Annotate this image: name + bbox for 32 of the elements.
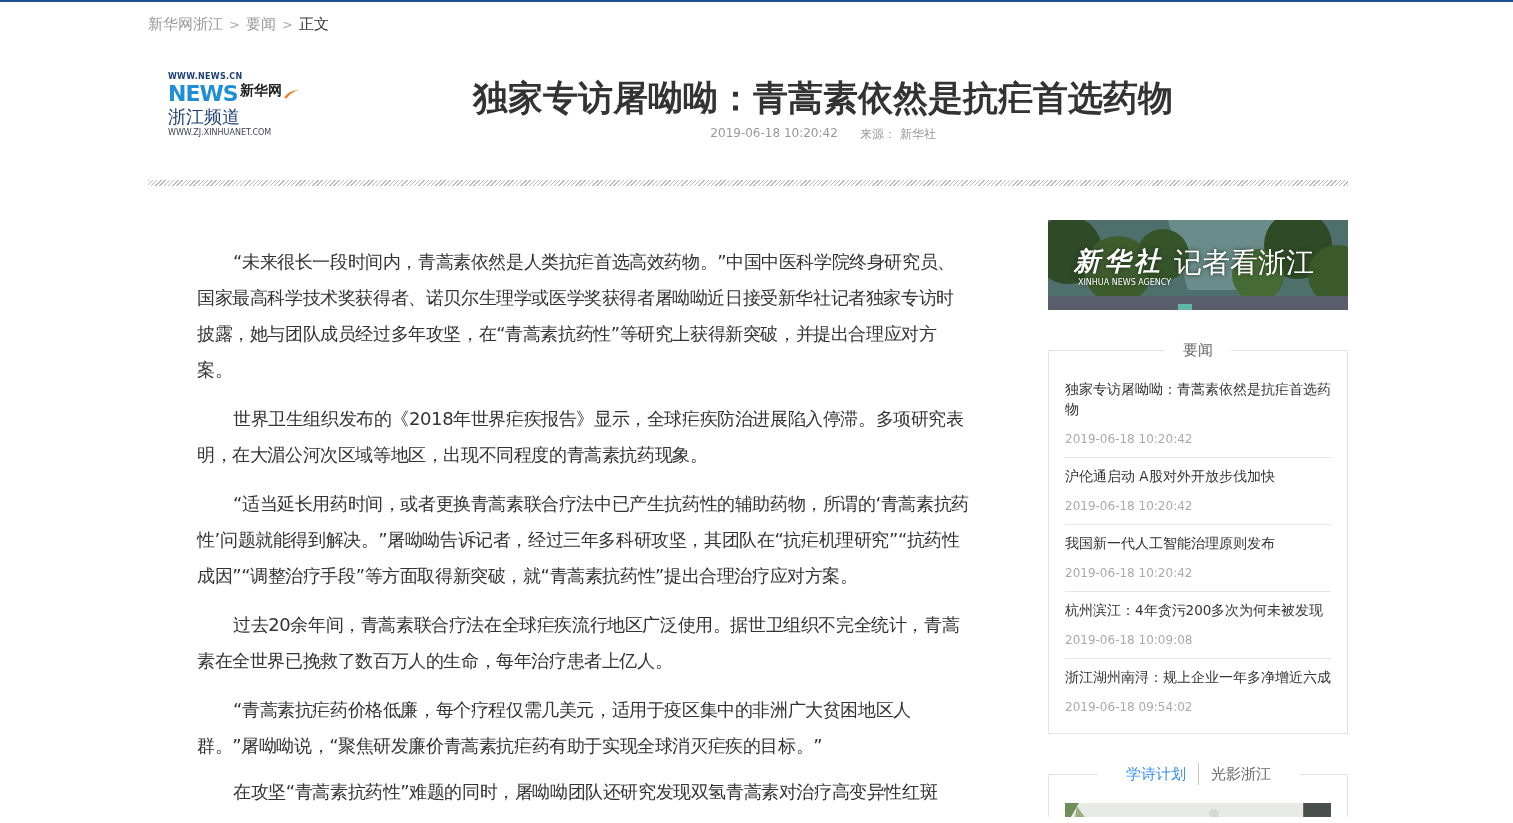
banner-brand: 新华社 <box>1074 246 1164 276</box>
news-link[interactable]: 我国新一代人工智能治理原则发布 <box>1065 533 1331 553</box>
news-link[interactable]: 沪伦通启动 A股对外开放步伐加快 <box>1065 466 1331 486</box>
section-heading: 要闻 <box>1165 340 1231 360</box>
news-date: 2019-06-18 10:20:42 <box>1065 431 1194 447</box>
breadcrumb-link[interactable]: 正文 <box>298 14 329 34</box>
article-paragraph: 世界卫生组织发布的《2018年世界疟疾报告》显示，全球疟疾防治进展陷入停滞。多项研究表明，在大湄公河次区域等地区，出现不同程度的青蒿素抗药现象。 <box>197 407 965 467</box>
article-paragraph: “未来很长一段时间内，青蒿素依然是人类抗疟首选高效药物。”中国中医科学院终身研究员、国家最高科学技术奖获得者、诺贝尔生理学或医学奖获得者屠呦呦近日接受新华社记者独家专访时披露，她与团队成员经过多年攻坚，在“青蒿素抗药性”等研究上获得新突破，并提出合理应对方案。 <box>197 250 956 382</box>
tab[interactable]: 光影浙江 <box>1198 762 1283 786</box>
article-paragraph: “青蒿素抗疟药价格低廉，每个疗程仅需几美元，适用于疫区集中的非洲广大贫困地区人群。”屠呦呦说，“聚焦研发廉价青蒿素抗疟药有助于实现全球消灭疟疾的目标。” <box>197 698 912 758</box>
banner-subtitle: XINHUA NEWS AGENCY <box>1078 278 1172 287</box>
logo-channel: 浙江频道 <box>168 106 241 128</box>
article-paragraph: 过去20余年间，青蒿素联合疗法在全球疟疾流行地区广泛使用。据世卫组织不完全统计，青蒿素在全世界已挽救了数百万人的生命，每年治疗患者上亿人。 <box>197 613 961 673</box>
news-date: 2019-06-18 10:20:42 <box>1065 498 1194 514</box>
news-date: 2019-06-18 09:54:02 <box>1065 699 1194 715</box>
news-link[interactable]: 杭州滨江：4年贪污200多次为何未被发现 <box>1065 600 1331 620</box>
logo-brand: 新华网 <box>239 82 282 98</box>
news-date: 2019-06-18 10:09:08 <box>1065 632 1194 648</box>
breadcrumb-separator: > <box>281 16 293 32</box>
breadcrumb-separator: > <box>229 16 240 32</box>
article-title: 独家专访屠呦呦：青蒿素依然是抗疟首选药物 <box>473 77 1173 120</box>
news-link[interactable]: 浙江湖州南浔：规上企业一年多净增近六成 <box>1065 667 1331 687</box>
publish-date: 2019-06-18 10:20:42 <box>710 126 838 142</box>
tab[interactable]: 学诗计划 <box>1113 762 1198 786</box>
news-link[interactable]: 独家专访屠呦呦：青蒿素依然是抗疟首选药物 <box>1065 379 1331 419</box>
logo-letters: NEWS <box>168 82 238 106</box>
logo-url: WWW.ZJ.XINHUANET.COM <box>168 128 273 138</box>
article-source: 来源： 新华社 <box>859 126 936 143</box>
article-paragraph: “适当延长用药时间，或者更换青蒿素联合疗法中已产生抗药性的辅助药物，所谓的‘青蒿素抗药性’问题就能得到解决。”屠呦呦告诉记者，经过三年多科研攻坚，其团队在“抗疟机理研究”“抗药性成因”“调整治疗手段”等方面取得新突破，就“青蒿素抗药性”提出合理治疗应对方案。 <box>197 492 969 588</box>
article-paragraph: 在攻坚“青蒿素抗药性”难题的同时，屠呦呦团队还研究发现双氢青蒿素对治疗高变异性红斑 <box>232 780 939 804</box>
news-date: 2019-06-18 10:20:42 <box>1065 565 1194 581</box>
logo-url: WWW.NEWS.CN <box>168 72 244 82</box>
